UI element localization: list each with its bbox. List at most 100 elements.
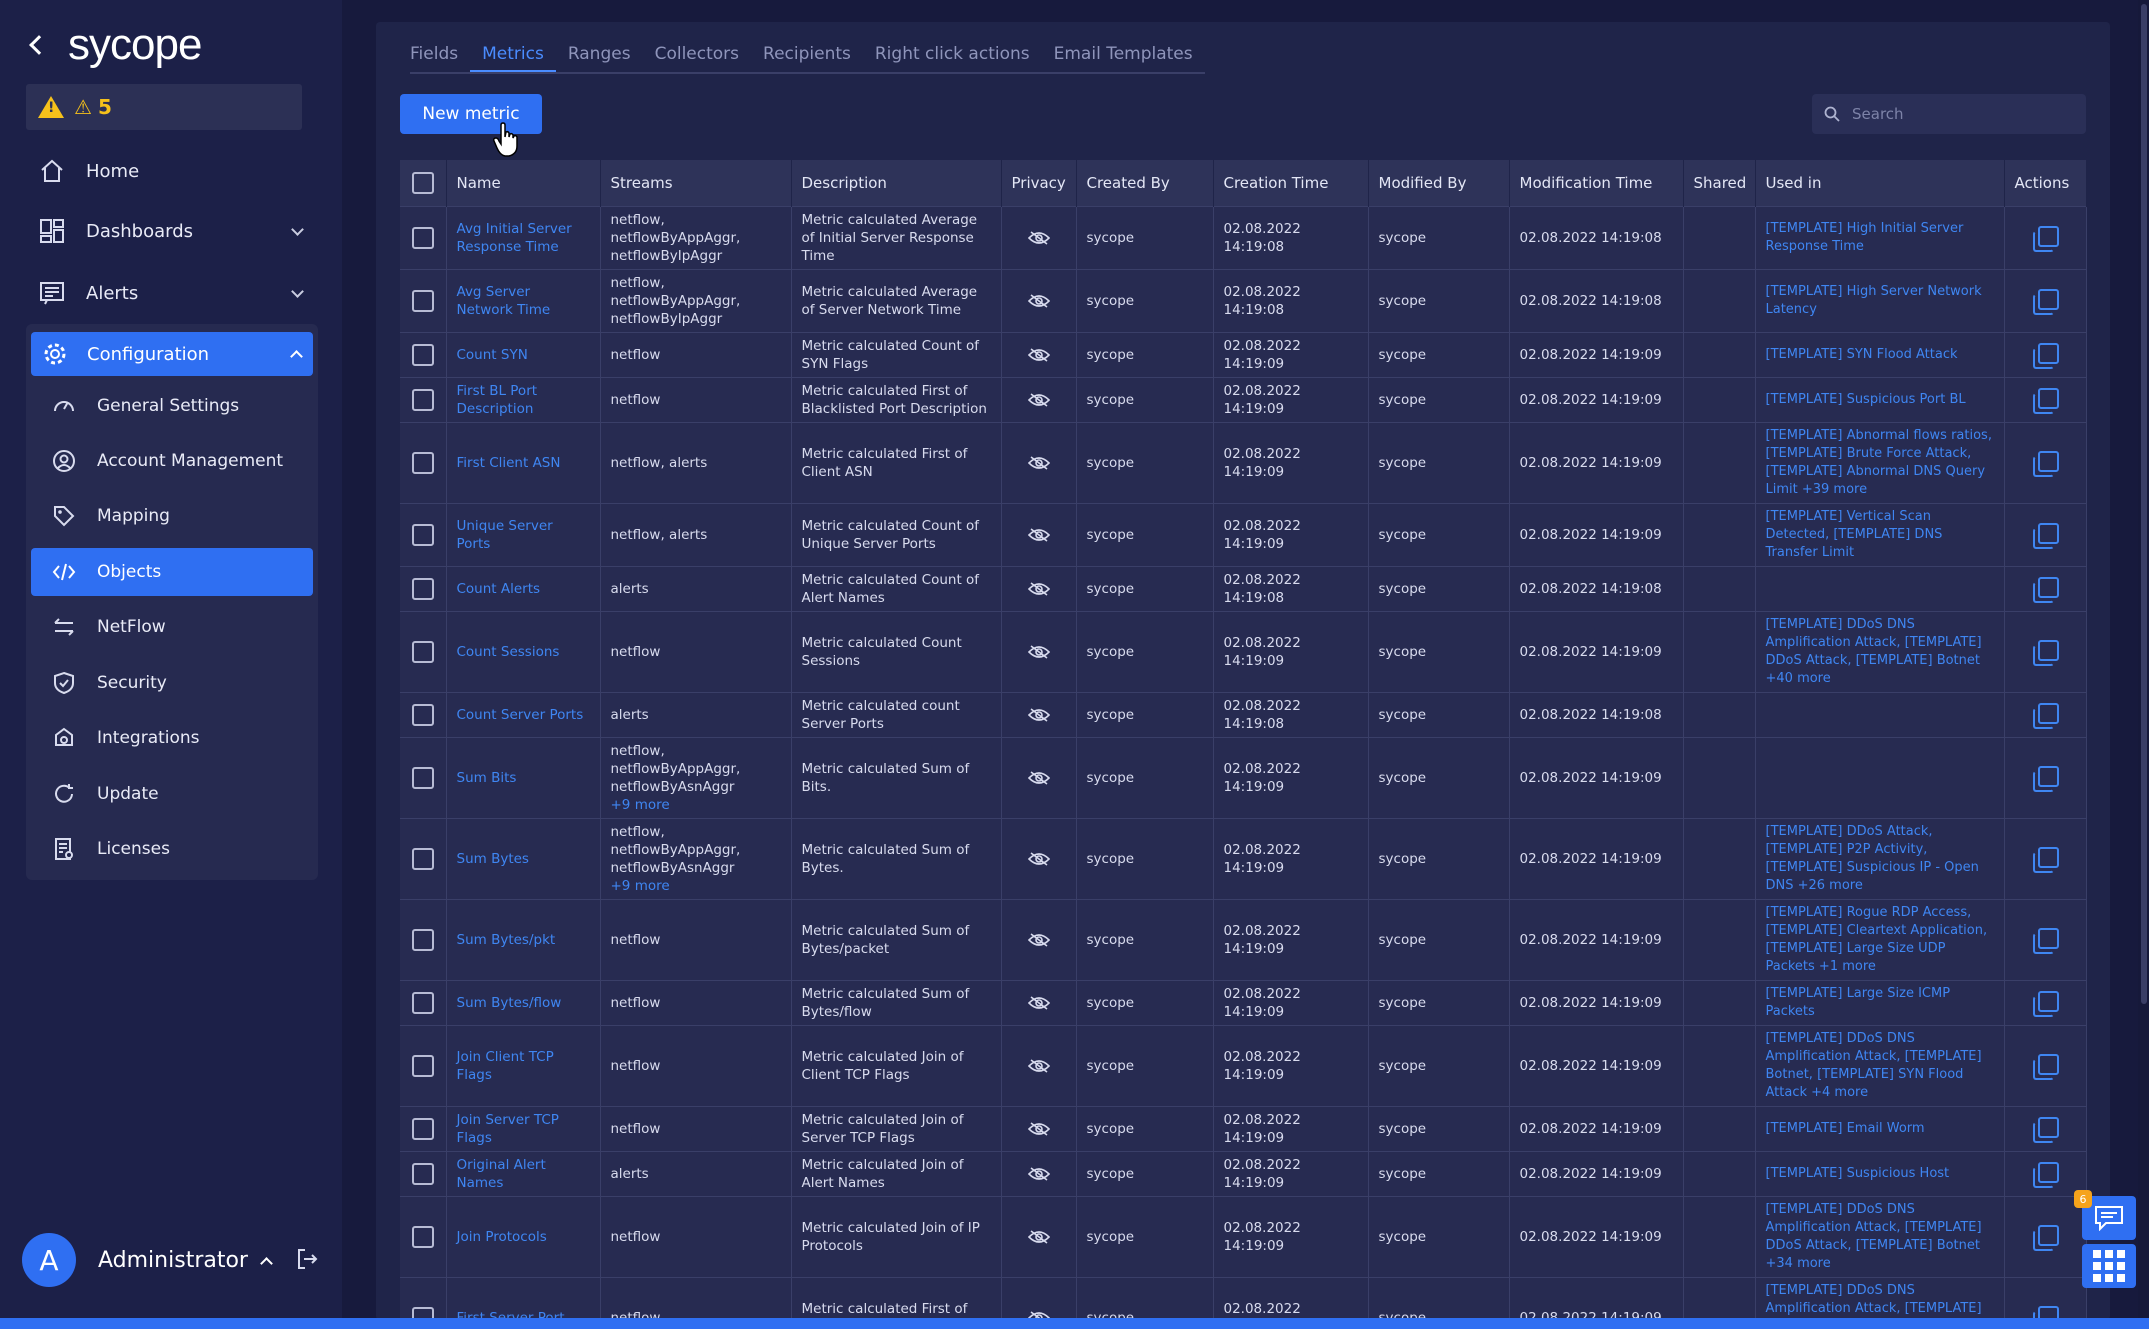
row-checkbox[interactable] bbox=[411, 847, 434, 870]
sidebar-item-account-management[interactable]: Account Management bbox=[31, 437, 313, 485]
used-in-link[interactable]: [TEMPLATE] Large Size ICMP Packets bbox=[1755, 979, 2005, 1025]
metric-name-link[interactable]: First BL Port Description bbox=[446, 376, 601, 422]
duplicate-icon[interactable] bbox=[2033, 990, 2059, 1017]
streams-more-link[interactable]: +9 more bbox=[611, 797, 670, 813]
row-checkbox[interactable] bbox=[411, 451, 434, 474]
row-checkbox[interactable] bbox=[411, 766, 434, 789]
used-in-link[interactable]: [TEMPLATE] High Server Network Latency bbox=[1755, 268, 2005, 332]
row-checkbox[interactable] bbox=[411, 289, 434, 312]
row-select-cell[interactable] bbox=[400, 1276, 447, 1320]
used-in-link[interactable]: [TEMPLATE] Rogue RDP Access, [TEMPLATE] … bbox=[1755, 898, 2005, 980]
used-in-link[interactable]: [TEMPLATE] DDoS DNS Amplification Attack… bbox=[1755, 1195, 2005, 1277]
used-in-link[interactable]: [TEMPLATE] Suspicious Port BL bbox=[1755, 376, 2005, 422]
row-select-cell[interactable] bbox=[400, 1024, 447, 1106]
metric-name-link[interactable]: Join Server TCP Flags bbox=[446, 1105, 601, 1151]
row-checkbox[interactable] bbox=[411, 523, 434, 546]
metric-name-link[interactable]: Count Server Ports bbox=[446, 691, 601, 737]
row-select-cell[interactable] bbox=[400, 502, 447, 566]
row-checkbox[interactable] bbox=[411, 577, 434, 600]
column-header-modification-time[interactable]: Modification Time bbox=[1509, 160, 1684, 206]
tab-collectors[interactable]: Collectors bbox=[643, 40, 751, 72]
metric-name-link[interactable]: Avg Initial Server Response Time bbox=[446, 205, 601, 269]
duplicate-icon[interactable] bbox=[2033, 288, 2059, 315]
duplicate-icon[interactable] bbox=[2033, 522, 2059, 549]
alert-indicator[interactable]: ⚠ 5 bbox=[26, 84, 302, 130]
metric-name-link[interactable]: Count Sessions bbox=[446, 610, 601, 692]
table-row[interactable]: First Client ASN netflow, alerts Metric ca… bbox=[400, 421, 2087, 503]
used-in-link[interactable]: [TEMPLATE] Suspicious Host bbox=[1755, 1150, 2005, 1196]
table-row[interactable]: Count SYN netflow Metric calculated Count … bbox=[400, 331, 2087, 377]
nav-home[interactable]: Home bbox=[26, 145, 316, 197]
used-in-link[interactable] bbox=[1755, 691, 2005, 737]
table-row[interactable]: Sum Bytes/flow netflow Metric calculated S… bbox=[400, 979, 2087, 1025]
column-header-used-in[interactable]: Used in bbox=[1755, 160, 2005, 206]
streams-more-link[interactable]: +9 more bbox=[611, 878, 670, 894]
table-row[interactable]: Sum Bytes/pkt netflow Metric calculated Su… bbox=[400, 898, 2087, 980]
table-row[interactable]: First BL Port Description netflow Metric c… bbox=[400, 376, 2087, 422]
column-header-modified-by[interactable]: Modified By bbox=[1368, 160, 1510, 206]
metric-name-link[interactable]: Sum Bytes/pkt bbox=[446, 898, 601, 980]
tab-fields[interactable]: Fields bbox=[410, 40, 470, 72]
table-row[interactable]: Original Alert Names alerts Metric calcula… bbox=[400, 1150, 2087, 1196]
table-row[interactable]: Join Client TCP Flags netflow Metric calcu… bbox=[400, 1024, 2087, 1106]
row-select-cell[interactable] bbox=[400, 1150, 447, 1196]
duplicate-icon[interactable] bbox=[2033, 387, 2059, 414]
select-all-cell[interactable] bbox=[400, 160, 447, 206]
nav-dashboards[interactable]: Dashboards bbox=[26, 205, 316, 257]
used-in-link[interactable]: [TEMPLATE] DDoS Attack, [TEMPLATE] P2P A… bbox=[1755, 817, 2005, 899]
nav-alerts[interactable]: Alerts bbox=[26, 267, 316, 319]
tab-metrics[interactable]: Metrics bbox=[470, 40, 556, 72]
row-select-cell[interactable] bbox=[400, 268, 447, 332]
page-scrollbar[interactable] bbox=[2138, 0, 2149, 1320]
metric-name-link[interactable]: Original Alert Names bbox=[446, 1150, 601, 1196]
used-in-link[interactable] bbox=[1755, 736, 2005, 818]
search-box[interactable] bbox=[1812, 94, 2086, 134]
row-select-cell[interactable] bbox=[400, 565, 447, 611]
duplicate-icon[interactable] bbox=[2033, 1116, 2059, 1143]
row-checkbox[interactable] bbox=[411, 991, 434, 1014]
duplicate-icon[interactable] bbox=[2033, 1053, 2059, 1080]
nav-configuration[interactable]: Configuration bbox=[31, 332, 313, 376]
table-row[interactable]: Count Sessions netflow Metric calculated C… bbox=[400, 610, 2087, 692]
user-menu[interactable]: A Administrator bbox=[22, 1232, 322, 1288]
table-row[interactable]: First Server Port netflow Metric calculate… bbox=[400, 1276, 2087, 1320]
sidebar-item-objects[interactable]: Objects bbox=[31, 548, 313, 596]
search-input[interactable] bbox=[1852, 105, 2072, 123]
column-header-shared[interactable]: Shared bbox=[1683, 160, 1756, 206]
duplicate-icon[interactable] bbox=[2033, 576, 2059, 603]
apps-grid-button[interactable] bbox=[2082, 1244, 2136, 1288]
row-select-cell[interactable] bbox=[400, 736, 447, 818]
column-header-name[interactable]: Name bbox=[446, 160, 601, 206]
column-header-creation-time[interactable]: Creation Time bbox=[1213, 160, 1369, 206]
row-select-cell[interactable] bbox=[400, 817, 447, 899]
column-header-streams[interactable]: Streams bbox=[600, 160, 792, 206]
back-chevron-icon[interactable] bbox=[29, 35, 49, 55]
table-row[interactable]: Unique Server Ports netflow, alerts Metric… bbox=[400, 502, 2087, 566]
row-checkbox[interactable] bbox=[411, 928, 434, 951]
row-checkbox[interactable] bbox=[411, 1225, 434, 1248]
row-checkbox[interactable] bbox=[411, 703, 434, 726]
duplicate-icon[interactable] bbox=[2033, 639, 2059, 666]
metric-name-link[interactable]: Join Client TCP Flags bbox=[446, 1024, 601, 1106]
metric-name-link[interactable]: First Server Port bbox=[446, 1276, 601, 1320]
row-select-cell[interactable] bbox=[400, 979, 447, 1025]
row-checkbox[interactable] bbox=[411, 343, 434, 366]
row-select-cell[interactable] bbox=[400, 376, 447, 422]
row-checkbox[interactable] bbox=[411, 226, 434, 249]
sidebar-item-licenses[interactable]: Licenses bbox=[31, 825, 313, 873]
sidebar-item-general-settings[interactable]: General Settings bbox=[31, 382, 313, 430]
sidebar-item-mapping[interactable]: Mapping bbox=[31, 492, 313, 540]
table-row[interactable]: Join Server TCP Flags netflow Metric calcu… bbox=[400, 1105, 2087, 1151]
row-select-cell[interactable] bbox=[400, 331, 447, 377]
column-header-description[interactable]: Description bbox=[791, 160, 1002, 206]
metric-name-link[interactable]: Sum Bytes bbox=[446, 817, 601, 899]
metric-name-link[interactable]: Count SYN bbox=[446, 331, 601, 377]
duplicate-icon[interactable] bbox=[2033, 342, 2059, 369]
duplicate-icon[interactable] bbox=[2033, 846, 2059, 873]
duplicate-icon[interactable] bbox=[2033, 1224, 2059, 1251]
duplicate-icon[interactable] bbox=[2033, 927, 2059, 954]
duplicate-icon[interactable] bbox=[2033, 225, 2059, 252]
table-row[interactable]: Sum Bits netflow, netflowByAppAggr, netfl… bbox=[400, 736, 2087, 818]
used-in-link[interactable]: [TEMPLATE] Vertical Scan Detected, [TEMP… bbox=[1755, 502, 2005, 566]
sidebar-item-netflow[interactable]: NetFlow bbox=[31, 603, 313, 651]
